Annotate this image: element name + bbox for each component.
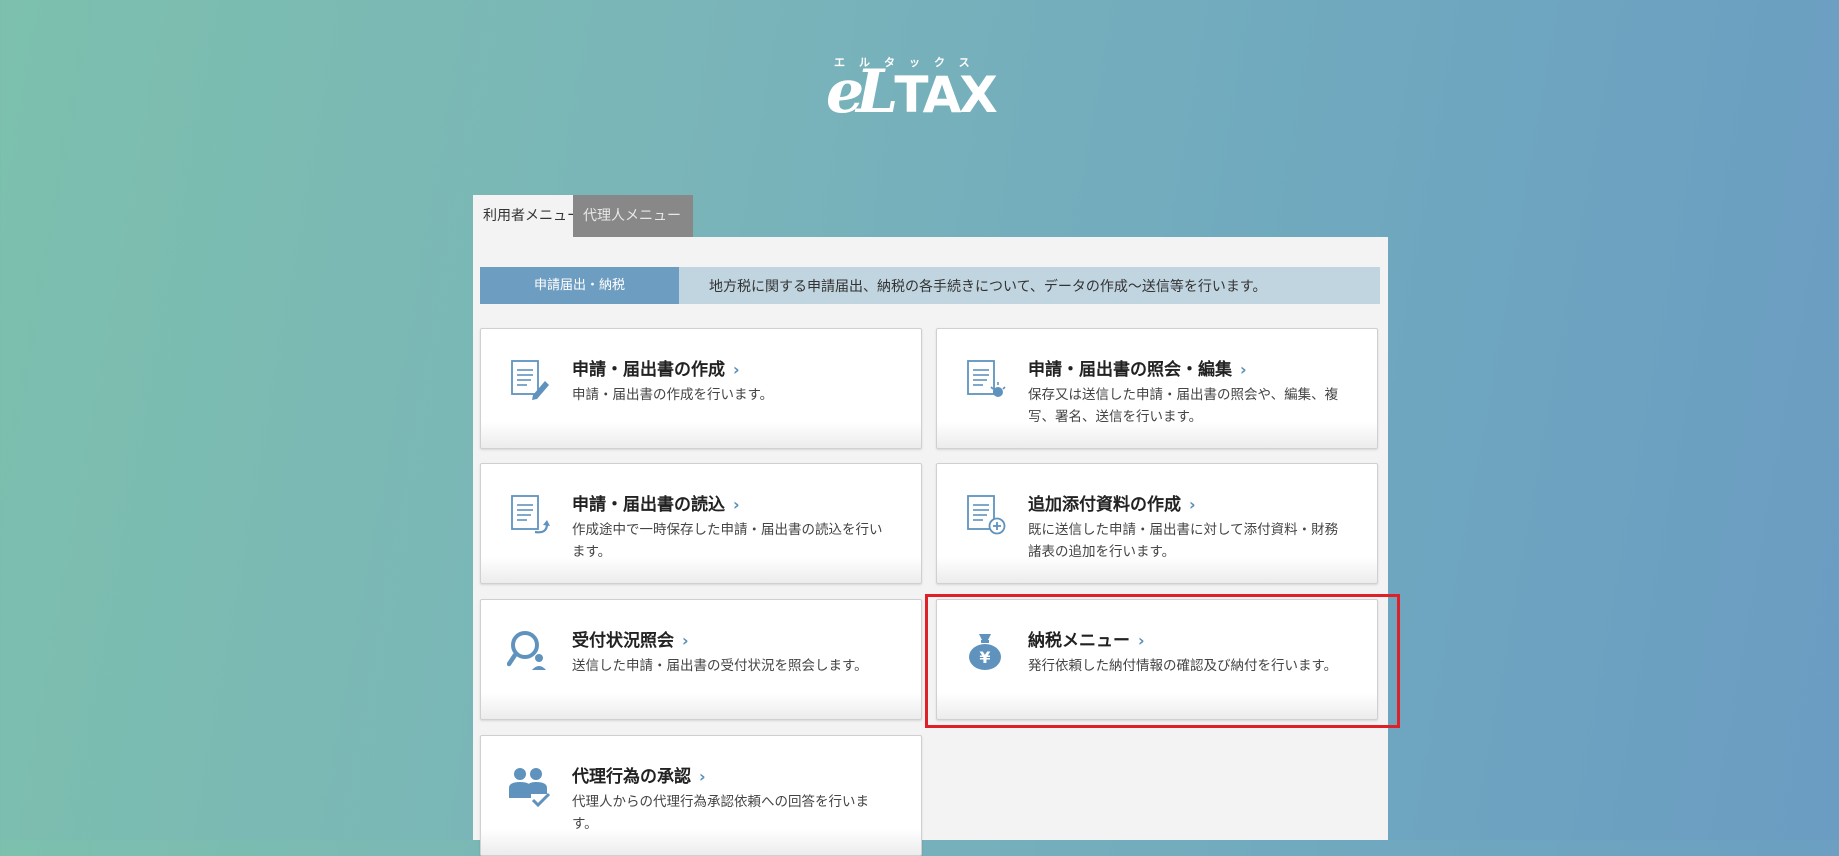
- card-description: 申請・届出書の作成を行います。: [572, 387, 774, 403]
- card-create-attachment[interactable]: 追加添付資料の作成 › 既に送信した申請・届出書に対して添付資料・財務諸表の追加を…: [936, 463, 1378, 584]
- card-title: 納税メニュー ›: [1028, 631, 1145, 651]
- card-title: 申請・届出書の作成 ›: [572, 360, 740, 380]
- card-title: 追加添付資料の作成 ›: [1028, 495, 1196, 515]
- magnifier-person-icon: [507, 631, 546, 670]
- chevron-right-icon: ›: [1240, 360, 1247, 379]
- tab-user-menu[interactable]: 利用者メニュー: [473, 195, 581, 237]
- logo-tax: TAX: [894, 66, 997, 124]
- card-agent-approval[interactable]: 代理行為の承認 › 代理人からの代理行為承認依頼への回答を行います。: [480, 735, 922, 856]
- card-reception-status[interactable]: 受付状況照会 › 送信した申請・届出書の受付状況を照会します。: [480, 599, 922, 720]
- menu-panel: 申請届出・納税 地方税に関する申請届出、納税の各手続きについて、データの作成～送…: [473, 237, 1388, 856]
- eltax-logo: エルタックス eLTAX: [826, 54, 1016, 126]
- card-title: 申請・届出書の読込 ›: [572, 495, 740, 515]
- card-title: 申請・届出書の照会・編集 ›: [1028, 360, 1247, 380]
- card-description: 保存又は送信した申請・届出書の照会や、編集、複写、署名、送信を行います。: [1028, 387, 1339, 425]
- section-info-bar: 申請届出・納税 地方税に関する申請届出、納税の各手続きについて、データの作成～送…: [480, 267, 1380, 304]
- chevron-right-icon: ›: [1138, 631, 1145, 650]
- card-create-application[interactable]: 申請・届出書の作成 › 申請・届出書の作成を行います。: [480, 328, 922, 449]
- card-title: 代理行為の承認 ›: [572, 767, 706, 787]
- card-description: 作成途中で一時保存した申請・届出書の読込を行います。: [572, 522, 883, 560]
- card-load-application[interactable]: 申請・届出書の読込 › 作成途中で一時保存した申請・届出書の読込を行います。: [480, 463, 922, 584]
- tab-agent-menu[interactable]: 代理人メニュー: [573, 195, 693, 237]
- card-tax-payment-menu[interactable]: ¥ 納税メニュー › 発行依頼した納付情報の確認及び納付を行います。: [936, 599, 1378, 720]
- chevron-right-icon: ›: [699, 767, 706, 786]
- chevron-right-icon: ›: [682, 631, 689, 650]
- document-edit-icon: [967, 360, 1006, 397]
- card-description: 既に送信した申請・届出書に対して添付資料・財務諸表の追加を行います。: [1028, 522, 1339, 560]
- yen-bag-icon: ¥: [969, 634, 1001, 670]
- card-description: 送信した申請・届出書の受付状況を照会します。: [572, 658, 868, 674]
- chevron-right-icon: ›: [733, 360, 740, 379]
- card-description: 代理人からの代理行為承認依頼への回答を行います。: [572, 794, 869, 832]
- card-description: 発行依頼した納付情報の確認及び納付を行います。: [1028, 658, 1338, 674]
- logo-mark: eLTAX: [826, 57, 998, 127]
- card-view-edit-application[interactable]: 申請・届出書の照会・編集 › 保存又は送信した申請・届出書の照会や、編集、複写、署…: [936, 328, 1378, 449]
- agents-approve-icon: [509, 768, 551, 808]
- card-title: 受付状況照会 ›: [572, 631, 689, 651]
- logo-el: eL: [826, 57, 898, 127]
- chevron-right-icon: ›: [733, 495, 740, 514]
- document-load-icon: [511, 495, 550, 534]
- section-description: 地方税に関する申請届出、納税の各手続きについて、データの作成～送信等を行います。: [709, 278, 1267, 295]
- document-add-icon: [967, 495, 1006, 535]
- menu-tabs: 利用者メニュー 代理人メニュー: [473, 195, 693, 237]
- document-pencil-icon: [511, 360, 549, 400]
- svg-text:¥: ¥: [979, 648, 990, 667]
- section-label: 申請届出・納税: [480, 267, 679, 304]
- chevron-right-icon: ›: [1189, 495, 1196, 514]
